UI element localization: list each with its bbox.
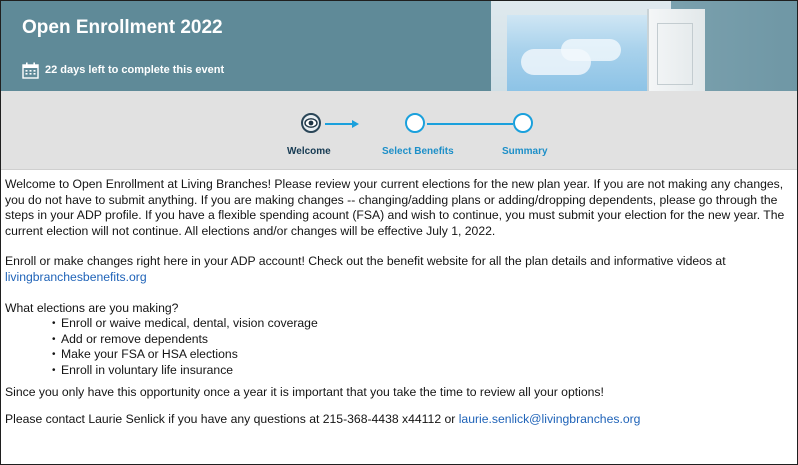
calendar-icon <box>22 62 39 79</box>
step-connector <box>325 123 353 125</box>
deadline-info: 22 days left to complete this event <box>22 61 224 79</box>
banner-cloud <box>561 39 621 61</box>
step-select-benefits-indicator[interactable] <box>405 113 425 133</box>
enroll-paragraph: Enroll or make changes right here in you… <box>5 254 795 285</box>
contact-text: Please contact Laurie Senlick if you hav… <box>5 412 459 427</box>
contact-email-link[interactable]: laurie.senlick@livingbranches.org <box>459 412 641 426</box>
elections-list: Enroll or waive medical, dental, vision … <box>5 316 795 378</box>
step-summary-indicator[interactable] <box>513 113 533 133</box>
step-label-summary[interactable]: Summary <box>502 146 548 157</box>
banner-door-panel <box>657 23 693 85</box>
elections-question: What elections are you making? <box>5 300 179 315</box>
benefits-website-link[interactable]: livingbranchesbenefits.org <box>5 270 147 284</box>
enrollment-stepper: Welcome Select Benefits Summary <box>1 91 797 170</box>
days-left-text: 22 days left to complete this event <box>45 64 225 76</box>
intro-paragraph: Welcome to Open Enrollment at Living Bra… <box>5 177 785 238</box>
step-label-welcome[interactable]: Welcome <box>287 146 331 157</box>
list-item: Make your FSA or HSA elections <box>5 347 795 363</box>
step-connector <box>427 123 513 125</box>
arrow-icon <box>352 120 359 128</box>
welcome-content: Welcome to Open Enrollment at Living Bra… <box>5 177 795 428</box>
event-banner: Open Enrollment 2022 22 days left to com… <box>1 1 797 91</box>
list-item: Enroll or waive medical, dental, vision … <box>5 316 795 332</box>
list-item: Add or remove dependents <box>5 332 795 348</box>
enrollment-page: Open Enrollment 2022 22 days left to com… <box>0 0 798 465</box>
eye-icon <box>304 118 318 128</box>
step-welcome-indicator[interactable] <box>301 113 321 133</box>
step-label-select-benefits[interactable]: Select Benefits <box>382 146 454 157</box>
enroll-text: Enroll or make changes right here in you… <box>5 254 726 269</box>
page-title: Open Enrollment 2022 <box>22 17 223 38</box>
list-item: Enroll in voluntary life insurance <box>5 363 795 379</box>
reminder-text: Since you only have this opportunity onc… <box>5 384 604 399</box>
contact-paragraph: Please contact Laurie Senlick if you hav… <box>5 412 795 428</box>
